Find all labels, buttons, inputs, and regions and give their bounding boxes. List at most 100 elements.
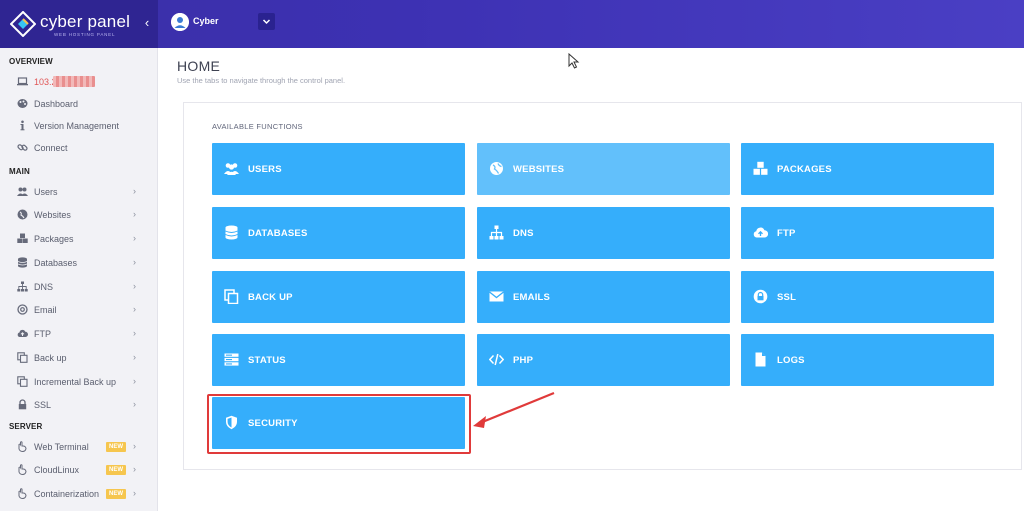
user-avatar-icon[interactable] [171,13,189,31]
copy-icon [224,289,239,304]
sidebar-item-email[interactable]: Email › [0,299,157,321]
function-card-label: BACK UP [248,292,293,303]
sidebar-collapse-chevron-icon[interactable]: ‹ [140,14,154,32]
chevron-right-icon: › [133,304,136,314]
function-card-status[interactable]: STATUS [212,334,465,386]
function-card-logs[interactable]: LOGS [741,334,994,386]
function-card-label: SSL [777,292,797,303]
brand-area[interactable]: cyber panel WEB HOSTING PANEL ‹ [0,0,158,48]
sidebar-item-label: Users [34,187,58,197]
new-badge: NEW [106,489,126,499]
users-icon [17,187,28,196]
new-badge: NEW [106,465,126,475]
chevron-right-icon: › [133,209,136,219]
top-bar: cyber panel WEB HOSTING PANEL ‹ Cyber [0,0,1024,48]
link-icon [17,144,28,151]
chevron-right-icon: › [133,399,136,409]
sidebar-item-incremental-back-up[interactable]: Incremental Back up › [0,371,157,393]
section-title-overview: OVERVIEW [9,57,53,66]
envelope-icon [489,289,504,304]
sidebar-item-connect[interactable]: Connect [0,137,157,159]
function-card-back-up[interactable]: BACK UP [212,271,465,323]
function-card-security[interactable]: SECURITY [212,397,465,449]
function-card-websites[interactable]: WEBSITES [477,143,730,195]
sidebar-item-ftp[interactable]: FTP › [0,323,157,345]
users-icon [224,161,239,176]
function-card-label: PACKAGES [777,164,832,175]
chevron-right-icon: › [133,328,136,338]
sidebar-item-ssl[interactable]: SSL › [0,394,157,416]
sidebar-item-label: Containerization [34,489,100,499]
sidebar-item-back-up[interactable]: Back up › [0,347,157,369]
function-card-packages[interactable]: PACKAGES [741,143,994,195]
palette-icon [17,99,28,108]
sidebar-item-label: DNS [34,282,54,292]
function-card-label: EMAILS [513,292,551,303]
sidebar-item-label: Connect [34,143,68,153]
chevron-right-icon: › [133,352,136,362]
chevron-right-icon: › [133,257,136,267]
function-card-ftp[interactable]: FTP [741,207,994,259]
brand-name: cyber panel [40,12,131,31]
page-subtitle: Use the tabs to navigate through the con… [177,76,346,85]
redacted-ip-mask [53,76,95,87]
sidebar-item-label: Packages [34,234,74,244]
function-card-dns[interactable]: DNS [477,207,730,259]
function-card-label: PHP [513,355,534,366]
user-dropdown-button[interactable] [258,13,275,30]
function-card-ssl[interactable]: SSL [741,271,994,323]
globe-icon [17,209,28,220]
function-card-users[interactable]: USERS [212,143,465,195]
sidebar-item-label: CloudLinux [34,465,80,475]
hand-icon [18,488,27,499]
sidebar-item-server-ip[interactable]: 103.2 [0,71,157,93]
sidebar-item-dns[interactable]: DNS › [0,276,157,298]
sidebar-item-label: FTP [34,329,51,339]
chevron-right-icon: › [133,464,136,474]
function-card-emails[interactable]: EMAILS [477,271,730,323]
user-name[interactable]: Cyber [193,16,219,26]
function-card-php[interactable]: PHP [477,334,730,386]
code-icon [489,352,504,367]
sidebar-item-label: SSL [34,400,52,410]
sidebar-item-containerization[interactable]: Containerization NEW › [0,483,157,505]
function-card-label: DNS [513,228,534,239]
function-card-label: SECURITY [248,418,298,429]
laptop-icon [17,77,28,86]
chevron-right-icon: › [133,376,136,386]
lock-icon [18,399,27,410]
sidebar-item-label: Dashboard [34,99,79,109]
hand-icon [18,441,27,452]
sidebar-item-cloudlinux[interactable]: CloudLinux NEW › [0,459,157,481]
sidebar-item-version-management[interactable]: Version Management [0,115,157,137]
sidebar-item-databases[interactable]: Databases › [0,252,157,274]
info-icon [20,120,25,131]
cloud-upload-icon [17,329,28,337]
chevron-down-icon [262,19,271,25]
hand-icon [18,464,27,475]
page-title: HOME [177,58,221,74]
sidebar-item-web-terminal[interactable]: Web Terminal NEW › [0,436,157,458]
chevron-right-icon: › [133,186,136,196]
sidebar-item-users[interactable]: Users › [0,181,157,203]
cyberpanel-logo-icon [10,11,36,37]
function-card-databases[interactable]: DATABASES [212,207,465,259]
section-title-main: MAIN [9,167,30,176]
database-icon [224,225,239,240]
function-card-label: FTP [777,228,796,239]
sidebar-item-dashboard[interactable]: Dashboard [0,93,157,115]
function-card-label: LOGS [777,355,805,366]
section-title-server: SERVER [9,422,43,431]
sidebar-item-label: Version Management [34,121,120,131]
sidebar: OVERVIEW 103.2 Dashboard Version Managem… [0,48,158,511]
shield-icon [224,415,239,430]
copy-icon [17,352,28,363]
function-card-label: DATABASES [248,228,308,239]
globe-icon [489,161,504,176]
sidebar-item-packages[interactable]: Packages › [0,228,157,250]
lock-icon [753,289,768,304]
chevron-right-icon: › [133,488,136,498]
sitemap-icon [489,225,504,240]
sidebar-item-websites[interactable]: Websites › [0,204,157,226]
chevron-right-icon: › [133,441,136,451]
